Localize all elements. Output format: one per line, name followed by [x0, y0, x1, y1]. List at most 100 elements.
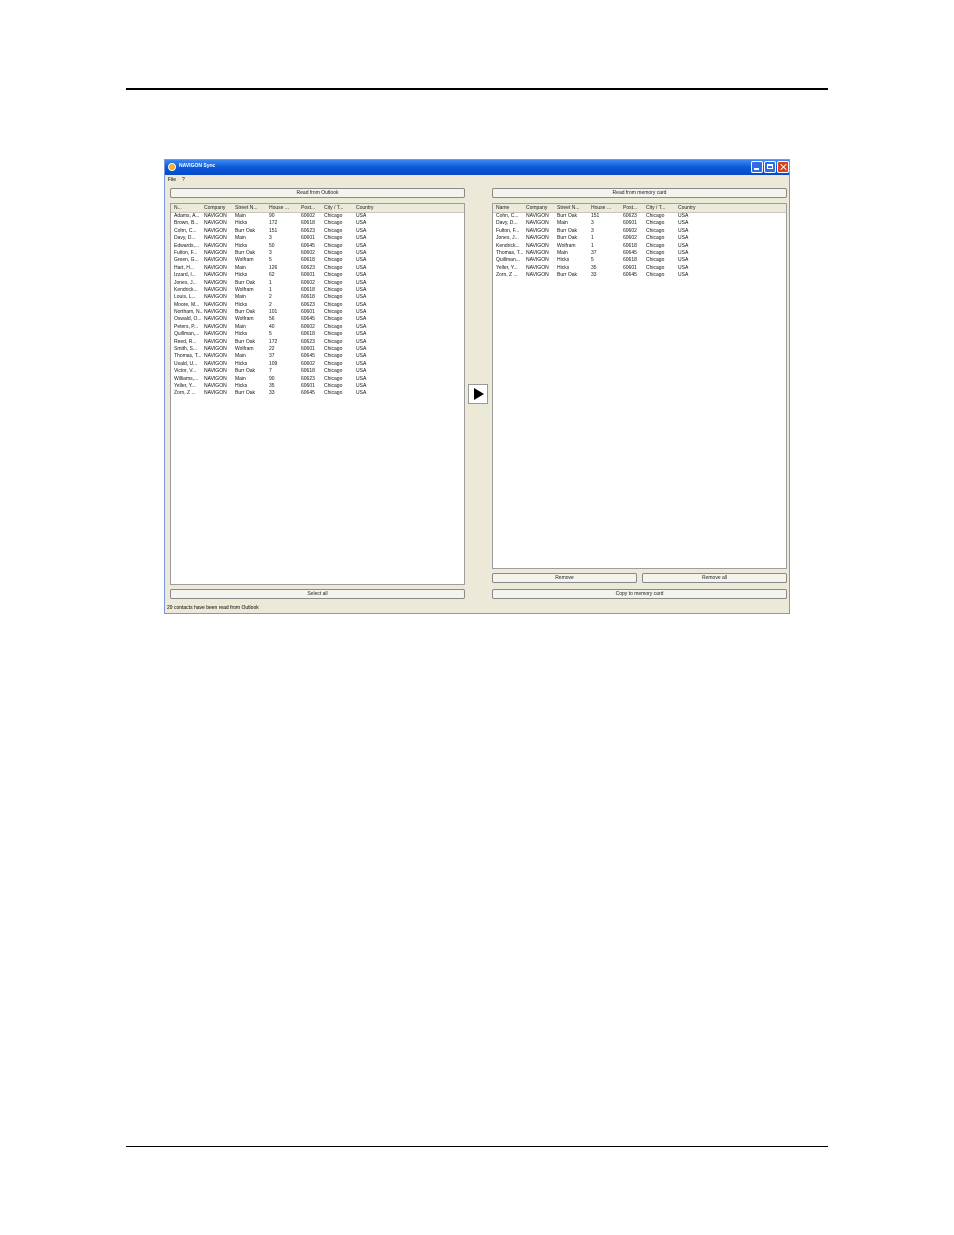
cell-postal-code: 60618 — [623, 257, 637, 264]
cell-company: NAVIGON — [204, 272, 227, 279]
select-all-button[interactable]: Select all — [170, 589, 465, 599]
table-row[interactable]: Louis, L... NAVIGON Main 2 60618 Chicago USA — [171, 294, 464, 301]
cell-postal-code: 60602 — [301, 249, 315, 256]
column-header-name[interactable]: N... — [174, 205, 182, 211]
cell-name: Brown, B... — [174, 220, 199, 227]
column-header-street[interactable]: Street N... — [235, 205, 258, 211]
cell-postal-code: 60601 — [301, 309, 315, 316]
menu-help[interactable]: ? — [182, 177, 185, 183]
table-row[interactable]: Yeller, Y... NAVIGON Hicks 35 60601 Chicago US… — [171, 383, 464, 390]
minimize-icon[interactable] — [751, 161, 763, 173]
cell-street: Hicks — [235, 382, 248, 389]
cell-street: Main — [557, 249, 568, 256]
read-from-memory-card-button[interactable]: Read from memory card — [492, 188, 787, 198]
cell-company: NAVIGON — [204, 316, 227, 323]
table-row[interactable]: Kendrick... NAVIGON Wolfram 1 60618 Chicago US… — [493, 243, 786, 250]
column-header-name[interactable]: Name — [496, 205, 509, 211]
menu-file[interactable]: File — [168, 177, 176, 183]
table-row[interactable]: Northam, N... NAVIGON Burr Oak 101 60601 Chic… — [171, 309, 464, 316]
table-row[interactable]: Yeller, Y... NAVIGON Hicks 35 60601 Chicago US… — [493, 265, 786, 272]
table-row[interactable]: Cohn, C... NAVIGON Burr Oak 151 60623 Chicago… — [171, 228, 464, 235]
column-header-postal-code[interactable]: Post... — [301, 205, 315, 211]
cell-house-number: 56 — [269, 316, 275, 323]
table-row[interactable]: Reed, R... NAVIGON Burr Oak 172 60623 Chicago… — [171, 339, 464, 346]
table-row[interactable]: Green, G... NAVIGON Wolfram 5 60618 Chicago US… — [171, 257, 464, 264]
cell-postal-code: 60645 — [623, 249, 637, 256]
table-row[interactable]: Adams, A... NAVIGON Main 90 60602 Chicago USA — [171, 213, 464, 220]
remove-button[interactable]: Remove — [492, 573, 637, 583]
page-bottom-rule — [126, 1146, 828, 1147]
cell-name: Zorn, Z ... — [496, 272, 518, 279]
table-row[interactable]: Jones, J... NAVIGON Burr Oak 1 60602 Chicago U… — [493, 235, 786, 242]
cell-house-number: 35 — [269, 382, 275, 389]
column-header-country[interactable]: Country — [356, 205, 374, 211]
cell-company: NAVIGON — [526, 242, 549, 249]
table-row[interactable]: Thomas, T... NAVIGON Main 37 60645 Chicago USA — [493, 250, 786, 257]
table-row[interactable]: Zorn, Z ... NAVIGON Burr Oak 33 60645 Chicago… — [493, 272, 786, 279]
table-row[interactable]: Thomas, T... NAVIGON Main 37 60645 Chicago USA — [171, 353, 464, 360]
cell-house-number: 101 — [269, 309, 278, 316]
cell-house-number: 1 — [269, 279, 272, 286]
cell-name: Thomas, T... — [174, 353, 202, 360]
table-row[interactable]: Davy, D... NAVIGON Main 3 60601 Chicago USA — [171, 235, 464, 242]
cell-postal-code: 60602 — [301, 323, 315, 330]
column-header-city[interactable]: City / T... — [324, 205, 343, 211]
close-icon[interactable] — [777, 161, 789, 173]
table-row[interactable]: Cohn, C... NAVIGON Burr Oak 151 60623 Chicago… — [493, 213, 786, 220]
table-row[interactable]: Brown, B... NAVIGON Hicks 172 60618 Chicago US… — [171, 220, 464, 227]
cell-postal-code: 60601 — [301, 382, 315, 389]
table-row[interactable]: Izzard, I... NAVIGON Hicks 62 60601 Chicago US… — [171, 272, 464, 279]
column-header-city[interactable]: City / T... — [646, 205, 665, 211]
cell-city: Chicago — [324, 301, 343, 308]
column-header-country[interactable]: Country — [678, 205, 696, 211]
cell-company: NAVIGON — [204, 338, 227, 345]
column-header-postal-code[interactable]: Post... — [623, 205, 637, 211]
cell-city: Chicago — [324, 242, 343, 249]
read-from-outlook-button[interactable]: Read from Outlook — [170, 188, 465, 198]
table-row[interactable]: Smith, S... NAVIGON Wolfram 22 60601 Chicago U… — [171, 346, 464, 353]
column-header-house-number[interactable]: House ... — [269, 205, 289, 211]
cell-company: NAVIGON — [526, 272, 549, 279]
cell-company: NAVIGON — [204, 375, 227, 382]
table-row[interactable]: Quillman,... NAVIGON Hicks 5 60618 Chicago USA — [171, 331, 464, 338]
remove-all-button[interactable]: Remove all — [642, 573, 787, 583]
column-header-house-number[interactable]: House ... — [591, 205, 611, 211]
cell-street: Main — [235, 323, 246, 330]
column-header-company[interactable]: Company — [526, 205, 547, 211]
table-row[interactable]: Fulton, F... NAVIGON Burr Oak 3 60602 Chicago… — [493, 228, 786, 235]
table-row[interactable]: Oswald, O... NAVIGON Wolfram 56 60645 Chicago… — [171, 316, 464, 323]
table-row[interactable]: Peters, P... NAVIGON Main 40 60602 Chicago USA — [171, 324, 464, 331]
cell-country: USA — [678, 272, 689, 279]
cell-name: Peters, P... — [174, 323, 199, 330]
page-top-rule — [126, 88, 828, 90]
table-row[interactable]: Jones, J... NAVIGON Burr Oak 1 60602 Chicago U… — [171, 280, 464, 287]
table-row[interactable]: Victor, V... NAVIGON Burr Oak 7 60618 Chicago… — [171, 368, 464, 375]
table-row[interactable]: Davy, D... NAVIGON Main 3 60601 Chicago USA — [493, 220, 786, 227]
cell-house-number: 5 — [269, 331, 272, 338]
cell-country: USA — [678, 220, 689, 227]
column-header-street[interactable]: Street N... — [557, 205, 580, 211]
cell-country: USA — [356, 272, 367, 279]
transfer-arrow-icon[interactable] — [468, 384, 488, 404]
memory-card-contacts-list[interactable]: Name Company Street N... House ... Post... Ci… — [492, 203, 787, 569]
table-row[interactable]: Moore, M... NAVIGON Hicks 2 60623 Chicago USA — [171, 302, 464, 309]
cell-street: Hicks — [235, 272, 248, 279]
cell-postal-code: 60645 — [301, 353, 315, 360]
column-header-company[interactable]: Company — [204, 205, 225, 211]
table-row[interactable]: Hart, H... NAVIGON Main 126 60623 Chicago USA — [171, 265, 464, 272]
cell-street: Burr Oak — [557, 235, 578, 242]
table-row[interactable]: Edwards,... NAVIGON Hicks 50 60645 Chicago USA — [171, 243, 464, 250]
cell-name: Reed, R... — [174, 338, 197, 345]
table-row[interactable]: Usald, U... NAVIGON Hicks 109 60602 Chicago US… — [171, 361, 464, 368]
table-row[interactable]: Fulton, F... NAVIGON Burr Oak 3 60602 Chicago… — [171, 250, 464, 257]
cell-city: Chicago — [646, 220, 665, 227]
outlook-contacts-list[interactable]: N... Company Street N... House ... Post... Ci… — [170, 203, 465, 585]
table-row[interactable]: Quillman... NAVIGON Hicks 5 60618 Chicago USA — [493, 257, 786, 264]
table-row[interactable]: Williams,... NAVIGON Main 90 60623 Chicago USA — [171, 376, 464, 383]
title-bar[interactable]: NAVIGON Sync — [165, 160, 789, 175]
copy-to-memory-card-button[interactable]: Copy to memory card — [492, 589, 787, 599]
table-row[interactable]: Kendrick... NAVIGON Wolfram 1 60618 Chicago US… — [171, 287, 464, 294]
table-row[interactable]: Zorn, Z ... NAVIGON Burr Oak 33 60645 Chicago… — [171, 390, 464, 397]
restore-icon[interactable] — [764, 161, 776, 173]
cell-company: NAVIGON — [204, 346, 227, 353]
